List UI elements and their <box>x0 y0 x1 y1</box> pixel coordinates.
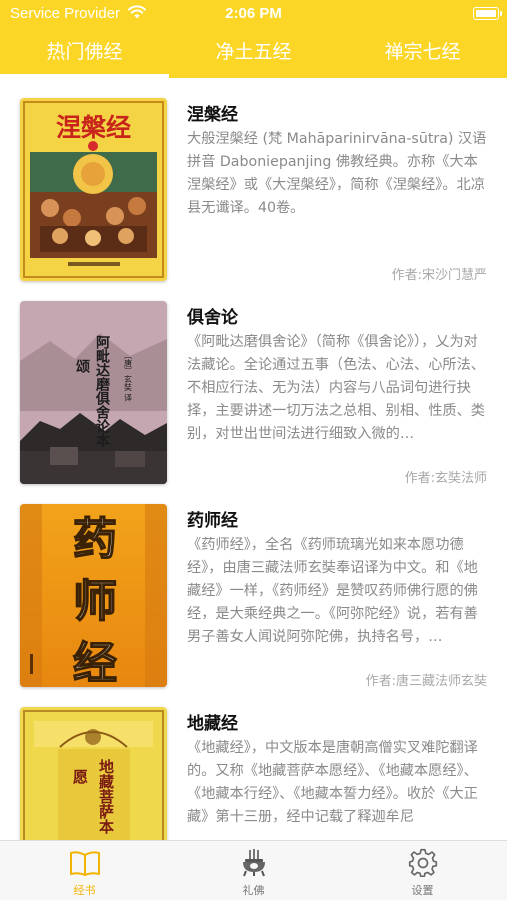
incense-burner-icon <box>242 849 265 877</box>
tabbar-label: 经书 <box>73 884 96 897</box>
book-description: 《药师经》，全名《药师琉璃光如来本愿功德经》，由唐三藏法师玄奘奉诏译为中文。和《… <box>187 537 478 645</box>
svg-text:愿: 愿 <box>71 769 89 785</box>
tabbar-label: 礼佛 <box>242 884 265 897</box>
svg-text:地藏菩萨本: 地藏菩萨本 <box>97 758 115 835</box>
svg-text:药: 药 <box>73 514 117 565</box>
svg-text:师: 师 <box>73 576 117 627</box>
book-title: 涅槃经 <box>187 105 238 125</box>
tab-hot-sutras[interactable]: 热门佛经 <box>0 30 169 78</box>
svg-text:〔唐〕玄奘 译: 〔唐〕玄奘 译 <box>124 351 133 403</box>
book-description: 大般涅槃经 (梵 Mahāparinirvāna-sūtra) 汉语拼音 Dab… <box>187 131 487 216</box>
book-title: 药师经 <box>187 511 238 531</box>
svg-text:阿毗达磨俱舍论本: 阿毗达磨俱舍论本 <box>94 335 111 448</box>
tabbar-item-worship[interactable]: 礼佛 <box>169 841 338 900</box>
svg-text:涅槃经: 涅槃经 <box>56 113 131 142</box>
book-item-nirvana[interactable]: 涅槃经 涅槃经 大般涅槃经 (梵 Mahāparinirvāna-sūtra) … <box>0 78 507 283</box>
category-tabs: 热门佛经 净土五经 禅宗七经 <box>0 30 507 78</box>
tab-pure-land-sutras[interactable]: 净土五经 <box>169 30 338 78</box>
svg-text:经: 经 <box>73 638 117 687</box>
book-title: 地藏经 <box>187 714 238 734</box>
book-description: 《阿毗达磨俱舍论》（简称《俱舍论》），乂为对法藏论。全论通过五事（色法、心法、心… <box>187 334 485 442</box>
tabbar-item-settings[interactable]: 设置 <box>338 841 507 900</box>
svg-text:颂: 颂 <box>74 359 90 374</box>
status-time: 2:06 PM <box>225 5 282 22</box>
book-cover: 阿毗达磨俱舍论本 颂 〔唐〕玄奘 译 <box>20 301 167 484</box>
tabbar-label: 设置 <box>411 884 434 897</box>
tab-zen-sutras[interactable]: 禅宗七经 <box>338 30 507 78</box>
bottom-tab-bar: 经书 礼佛 设置 <box>0 840 507 900</box>
book-description: 《地藏经》，中文版本是唐朝高僧实叉难陀翻译的。又称《地藏菩萨本愿经》、《地藏本愿… <box>187 740 478 825</box>
book-cover: 涅槃经 <box>20 98 167 281</box>
book-icon <box>69 851 100 876</box>
tabbar-item-books[interactable]: 经书 <box>0 841 169 900</box>
gear-icon <box>408 848 437 878</box>
book-cover: 药 师 经 <box>20 504 167 687</box>
book-cover: 地藏菩萨本 愿 <box>20 707 167 840</box>
top-bar: Service Provider 2:06 PM 热门佛经 净土五经 禅宗七经 <box>0 0 507 78</box>
status-bar: Service Provider 2:06 PM <box>0 0 507 28</box>
book-item-ksitigarbha[interactable]: 地藏菩萨本 愿 地藏经 《地藏经》，中文版本是唐朝高僧实叉难陀翻译的。又称《地藏… <box>0 687 507 840</box>
book-item-abhidharmakosa[interactable]: 阿毗达磨俱舍论本 颂 〔唐〕玄奘 译 俱舍论 《阿毗达磨俱舍论》（简称《俱舍论》… <box>0 281 507 486</box>
book-item-medicine-buddha[interactable]: 药 师 经 药师经 《药师经》，全名《药师琉璃光如来本愿功德经》，由唐三藏法师玄… <box>0 484 507 689</box>
book-title: 俱舍论 <box>187 308 238 328</box>
battery-icon <box>473 7 502 20</box>
book-list: 涅槃经 涅槃经 大般涅槃经 (梵 Mahāparinirvāna-sūtra) … <box>0 78 507 840</box>
